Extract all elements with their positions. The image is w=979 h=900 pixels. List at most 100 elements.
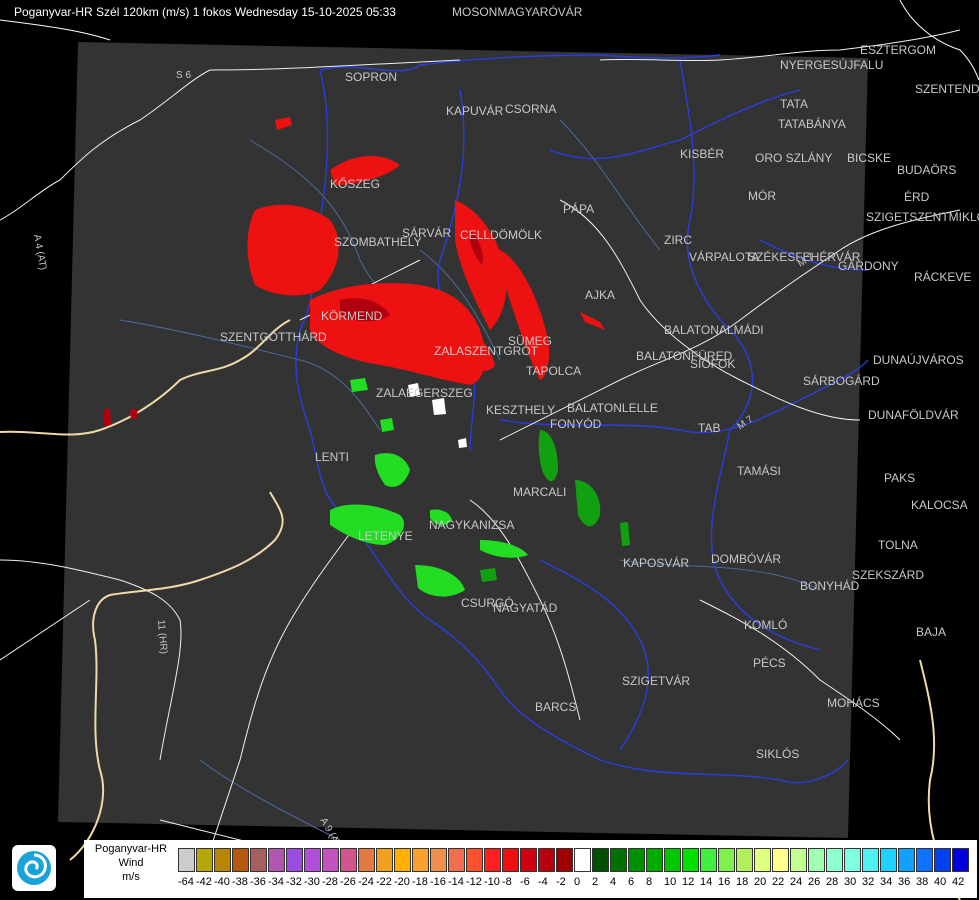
city-label: PÁPA [563,201,594,216]
city-label: BICSKE [847,151,891,165]
city-label: SZOMBATHELY [334,235,422,249]
legend-source: Poganyvar-HR [94,843,168,855]
legend-ticks: -64 -42 -40 -38 -36 -34 -32 -30 -28 -26 -24 -22 -20-… [178,875,970,889]
city-label: PÉCS [753,655,786,670]
legend-swatch [718,848,735,872]
city-label: KOMLÓ [744,617,787,632]
legend-swatch [322,848,339,872]
radar-map: MOSONMAGYARÓVÁR SOPRON KAPUVÁR CSORNA KISBÉR… [0,0,979,900]
city-label: GÁRDONY [838,258,899,273]
legend-tick-label: -4 [538,876,548,888]
legend-tick-label: -40 [214,876,230,888]
legend-tick-label: -6 [520,876,530,888]
legend-swatch [394,848,411,872]
city-label: BAJA [916,625,946,639]
city-label: TATA [780,97,808,111]
legend-tick-label: -24 [358,876,374,888]
city-label: MOHÁCS [827,695,880,710]
legend-swatch [268,848,285,872]
city-label: SIKLÓS [756,746,799,761]
city-label: CSORNA [505,102,556,116]
legend-tick-label: -64 [178,876,194,888]
legend-swatch [916,848,933,872]
city-label: DUNAFÖLDVÁR [868,407,959,422]
city-label: DUNAÚJVÁROS [873,352,964,367]
legend-tick-label: 38 [916,876,929,888]
city-label: MARCALI [513,485,566,499]
legend-tick-label: 32 [862,876,875,888]
city-label: KESZTHELY [486,403,555,417]
legend-tick-label: 40 [934,876,947,888]
legend-swatch [538,848,555,872]
legend-swatch [376,848,393,872]
city-label: KŐSZEG [330,176,380,191]
city-label: BALATONALMÁDI [664,322,764,337]
city-label: SZENTGOTTHÁRD [220,329,327,344]
city-label: BUDAÖRS [897,163,956,177]
legend-tick-label: 22 [772,876,785,888]
city-label: BONYHÁD [800,578,860,593]
road-label: S 6 [176,70,191,81]
legend-tick-label: 28 [826,876,839,888]
city-label: ORO SZLÁNY [755,150,832,165]
city-label: ESZTERGOM [860,43,936,57]
legend-tick-label: -14 [448,876,464,888]
city-label: TATABÁNYA [778,116,846,131]
legend-tick-label: 16 [718,876,731,888]
legend-tick-label: 12 [682,876,695,888]
legend-swatch [304,848,321,872]
legend-swatch [574,848,591,872]
map-title: Poganyvar-HR Szél 120km (m/s) 1 fokos We… [14,4,398,20]
legend-quantity: Wind [118,857,144,869]
legend-tick-label: 0 [574,876,581,888]
legend-tick-label: 18 [736,876,749,888]
city-label: PAKS [884,471,915,485]
city-label: SZIGETVÁR [622,673,690,688]
legend-tick-label: -42 [196,876,212,888]
city-label: SZIGETSZENTMIKLÓS [866,209,979,224]
legend-swatch [790,848,807,872]
legend-tick-label: 2 [592,876,599,888]
legend-swatch [952,848,969,872]
legend-swatch [844,848,861,872]
legend-tick-label: -36 [250,876,266,888]
legend-tick-label: -30 [304,876,320,888]
legend-swatch [412,848,429,872]
legend-swatch [340,848,357,872]
legend-swatch [196,848,213,872]
city-label: CELLDÖMÖLK [460,228,542,242]
legend-swatch [358,848,375,872]
city-label: KÖRMEND [321,309,383,323]
legend-swatch [232,848,249,872]
legend-tick-label: 20 [754,876,767,888]
legend-swatch [646,848,663,872]
city-label: SÁRBOGÁRD [803,373,880,388]
legend-swatch [610,848,627,872]
city-label: NAGYATÁD [493,600,558,615]
legend-tick-label: -26 [340,876,356,888]
legend-tick-label: 42 [952,876,965,888]
city-label: FONYÓD [550,416,602,431]
city-label: NAGYKANIZSA [429,518,514,532]
legend-tick-label: -2 [556,876,566,888]
legend-tick-label: -38 [232,876,248,888]
city-label: ÉRD [904,189,930,204]
legend-tick-label: 26 [808,876,821,888]
legend-tick-label: -16 [430,876,446,888]
city-label: KALOCSA [911,498,968,512]
city-label: TAMÁSI [737,463,781,478]
legend-tick-label: 34 [880,876,893,888]
city-label: TAB [698,421,720,435]
city-label: SZEKSZÁRD [852,567,924,582]
legend-swatch [430,848,447,872]
city-label: LETENYE [358,529,413,543]
color-legend: Poganyvar-HR Wind m/s -64 -42 -40 -38 -36 -34… [84,840,977,898]
legend-tick-label: 8 [646,876,653,888]
legend-tick-label: -18 [412,876,428,888]
legend-label: Poganyvar-HR Wind m/s [84,842,178,884]
legend-swatch [700,848,717,872]
city-label: SOPRON [345,70,397,84]
legend-tick-label: -22 [376,876,392,888]
legend-tick-label: 36 [898,876,911,888]
city-label: DOMBÓVÁR [711,551,781,566]
